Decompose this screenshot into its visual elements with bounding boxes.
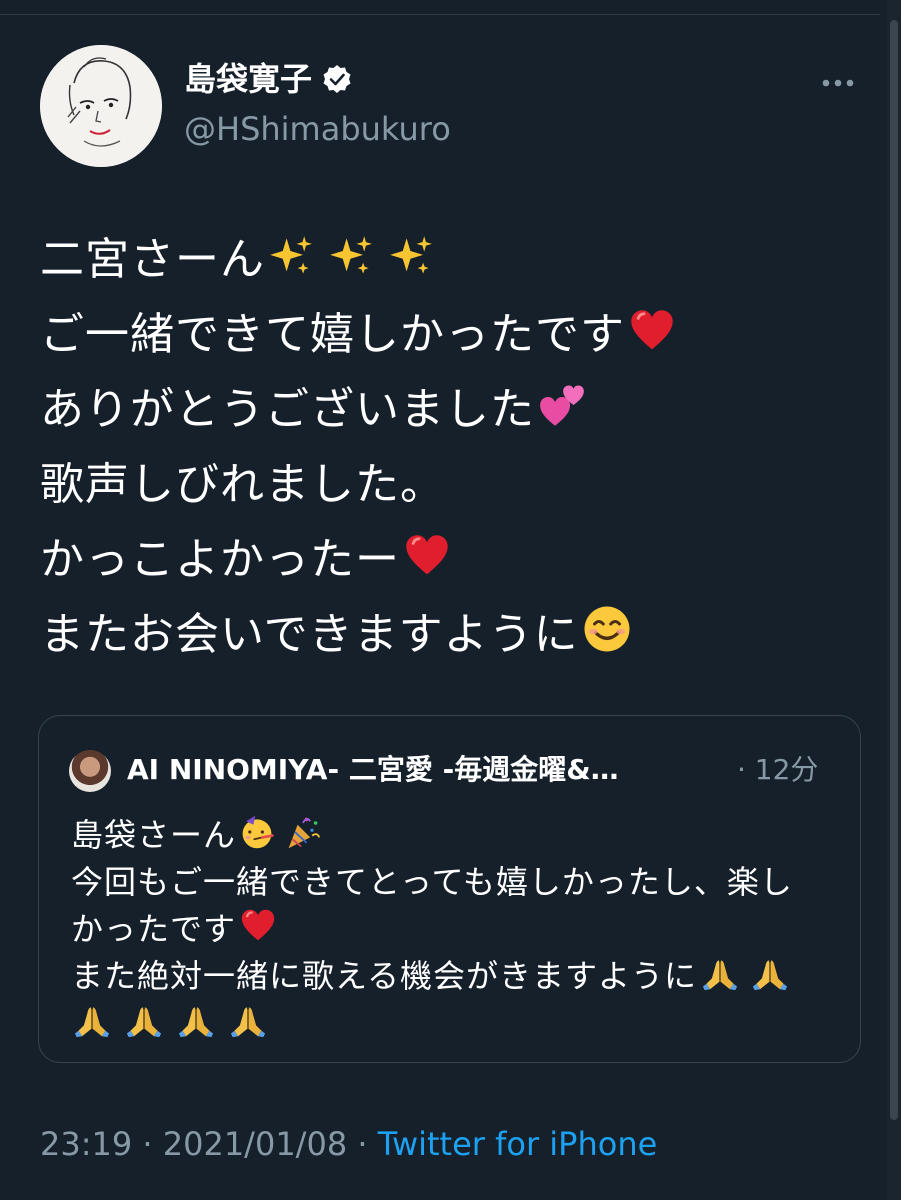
folded-hands-icon (702, 959, 788, 991)
more-options-icon[interactable] (818, 73, 858, 93)
two-hearts-icon (540, 385, 584, 426)
tweet-header: 島袋寛子 @HShimabukuro (40, 45, 860, 167)
scrollbar[interactable] (887, 0, 901, 1200)
author-handle[interactable]: @HShimabukuro (184, 109, 451, 149)
red-heart-icon (404, 533, 450, 576)
quoted-line-4: また絶対一緒に歌える機会がきますように (71, 953, 851, 1000)
folded-hands-icon (74, 1006, 266, 1038)
red-heart-icon (629, 308, 675, 351)
quoted-line-3: かったです (71, 906, 851, 953)
tweet-line-4: 歌声しびれました。 (40, 459, 445, 510)
avatar-sketch-icon (40, 45, 162, 167)
sparkles-icon (270, 236, 432, 274)
tweet-text: 二宮さーん ご一緒できて嬉しかったです ありがとうございました 歌声しびれました… (40, 222, 840, 672)
tweet-line-3: ありがとうございました (40, 372, 840, 447)
quoted-author-name[interactable]: AI NINOMIYA- 二宮愛 -毎週金曜&… (127, 752, 619, 788)
quoted-line-5 (71, 1000, 851, 1047)
author-avatar[interactable] (40, 45, 162, 167)
tweet-timestamp[interactable]: 23:19 · 2021/01/08 · (40, 1125, 378, 1163)
quoted-tweet-time: · 12分 (737, 753, 819, 786)
quoted-author-avatar[interactable] (69, 750, 111, 792)
tweet-line-6: またお会いできますように (40, 597, 840, 672)
red-heart-icon (240, 908, 276, 942)
scrollbar-thumb[interactable] (890, 20, 898, 1120)
partying-face-icon (241, 814, 321, 850)
author-name-row: 島袋寛子 (184, 59, 352, 99)
quoted-tweet-card[interactable]: AI NINOMIYA- 二宮愛 -毎週金曜&… · 12分 島袋さーん 今回も… (38, 715, 861, 1063)
quoted-line-1: 島袋さーん (71, 812, 851, 859)
quoted-tweet-text: 島袋さーん 今回もご一緒できてとっても嬉しかったし、楽し かったです また絶対一… (71, 812, 851, 1047)
quoted-line-2: 今回もご一緒できてとっても嬉しかったし、楽し (71, 863, 793, 901)
tweet-line-5: かっこよかったー (40, 522, 840, 597)
tweet-line-1: 二宮さーん (40, 222, 840, 297)
top-divider (0, 0, 880, 15)
tweet-line-2: ご一緒できて嬉しかったです (40, 297, 840, 372)
tweet-footer: 23:19 · 2021/01/08 · Twitter for iPhone (40, 1122, 657, 1166)
verified-badge-icon (323, 65, 351, 93)
smiling-face-icon (582, 604, 631, 654)
author-display-name[interactable]: 島袋寛子 (184, 59, 312, 99)
tweet-source-link[interactable]: Twitter for iPhone (378, 1125, 658, 1163)
